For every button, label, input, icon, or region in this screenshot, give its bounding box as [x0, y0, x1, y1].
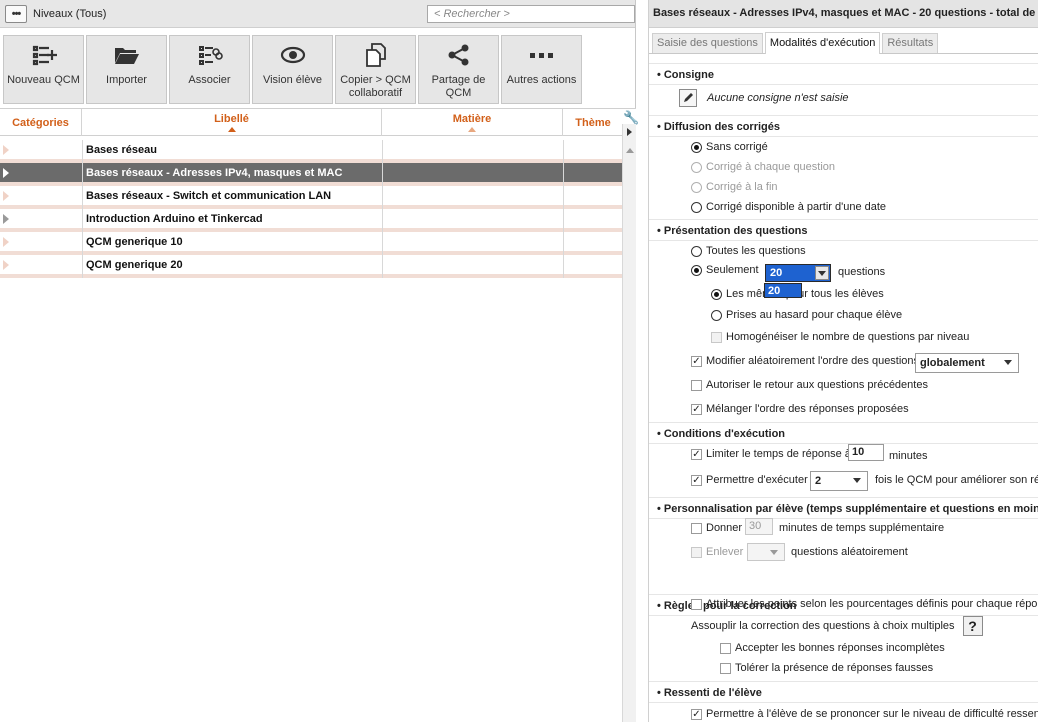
attempts-select[interactable]: 2 [810, 471, 868, 491]
column-theme[interactable]: Thème [563, 109, 623, 136]
panel-title: Bases réseaux - Adresses IPv4, masques e… [649, 0, 1038, 28]
new-qcm-button[interactable]: Nouveau QCM [3, 35, 84, 104]
folder-icon [114, 42, 140, 68]
level-filter-button[interactable]: ••• [5, 4, 27, 23]
consigne-row: Aucune consigne n'est saisie [679, 89, 849, 107]
tab-bar: Saisie des questions Modalités d'exécuti… [649, 28, 1038, 54]
associate-button[interactable]: Associer [169, 35, 250, 104]
chevron-down-icon [853, 478, 861, 483]
remove-questions-select[interactable] [747, 543, 785, 561]
copy-doc-icon [363, 42, 389, 68]
minutes-word: minutes [889, 450, 928, 462]
expand-row-icon[interactable] [3, 260, 9, 270]
radio-corrige-fin[interactable]: Corrigé à la fin [691, 181, 778, 193]
table-row[interactable]: Introduction Arduino et Tinkercad [0, 209, 622, 232]
section-conditions: Conditions d'exécution [649, 422, 1038, 444]
checkbox-ressenti[interactable]: ✓ Permettre à l'élève de se prononcer sur… [691, 708, 1038, 720]
table-row[interactable]: QCM generique 20 [0, 255, 622, 278]
associate-icon [197, 42, 223, 68]
checkbox-modifier-ordre[interactable]: ✓ Modifier aléatoirement l'ordre des ques… [691, 355, 919, 367]
section-consigne: Consigne [649, 63, 1038, 85]
checkbox-limiter-temps[interactable]: ✓ Limiter le temps de réponse à [691, 448, 851, 460]
checkbox-donner-temps[interactable]: Donner [691, 522, 742, 534]
tab-modalites[interactable]: Modalités d'exécution [764, 32, 881, 54]
checkbox-attribuer-points[interactable]: Attribuer les points selon les pourcenta… [691, 598, 1038, 610]
sort-ascending-icon [227, 127, 236, 132]
qcm-list-pane: ••• Niveaux (Tous) < Rechercher > Nouvea… [0, 0, 639, 722]
expand-row-icon[interactable] [3, 168, 9, 178]
attempts-text: fois le QCM pour améliorer son résu [875, 474, 1038, 486]
column-libelle[interactable]: Libellé [82, 109, 382, 136]
radio-hasard-questions[interactable]: Prises au hasard pour chaque élève [711, 309, 902, 321]
question-count-select[interactable]: 20 [765, 264, 831, 282]
section-diffusion: Diffusion des corrigés [649, 115, 1038, 137]
order-mode-select[interactable]: globalement [915, 353, 1019, 373]
share-qcm-button[interactable]: Partage de QCM [418, 35, 499, 104]
table-row[interactable]: QCM generique 10 [0, 232, 622, 255]
questions-word: questions [838, 266, 886, 278]
search-input[interactable]: < Rechercher > [427, 5, 635, 23]
section-personnalisation: Personnalisation par élève (temps supplé… [649, 497, 1038, 519]
checkbox-permettre-executer[interactable]: ✓ Permettre d'exécuter [691, 474, 808, 486]
section-ressenti: Ressenti de l'élève [649, 681, 1038, 703]
chevron-down-icon [1004, 360, 1012, 365]
checkbox-melanger-reponses[interactable]: ✓ Mélanger l'ordre des réponses proposées [691, 403, 909, 415]
edit-pencil-icon[interactable] [679, 89, 697, 107]
help-icon[interactable]: ? [962, 616, 983, 636]
checkbox-autoriser-retour[interactable]: Autoriser le retour aux questions précéd… [691, 379, 928, 391]
table-row-selected[interactable]: Bases réseaux - Adresses IPv4, masques e… [0, 163, 622, 186]
share-icon [446, 42, 472, 68]
table-row[interactable]: Bases réseau [0, 140, 622, 163]
checkbox-homogeneiser[interactable]: Homogénéiser le nombre de questions par … [711, 331, 969, 343]
scroll-up-icon[interactable] [626, 148, 634, 153]
question-count-dropdown-option[interactable]: 20 [764, 283, 802, 298]
chevron-down-icon [770, 550, 778, 555]
radio-corrige-chaque-question[interactable]: Corrigé à chaque question [691, 161, 835, 173]
vertical-scrollbar[interactable] [622, 124, 636, 722]
import-button[interactable]: Importer [86, 35, 167, 104]
expand-row-icon[interactable] [3, 191, 9, 201]
radio-sans-corrige[interactable]: Sans corrigé [691, 141, 768, 153]
assouplir-row: Assouplir la correction des questions à … [691, 616, 983, 636]
column-matiere[interactable]: Matière [382, 109, 563, 136]
table-row[interactable]: Bases réseaux - Switch et communication … [0, 186, 622, 209]
qcm-list: Bases réseau Bases réseaux - Adresses IP… [0, 140, 622, 278]
sort-indicator-icon [468, 127, 476, 132]
tab-saisie[interactable]: Saisie des questions [652, 33, 763, 53]
time-limit-input[interactable]: 10 [848, 444, 884, 461]
checkbox-tolerer-fausses[interactable]: Tolérer la présence de réponses fausses [720, 662, 933, 674]
grid-header: Catégories Libellé Matière Thème [0, 108, 636, 136]
more-dots-icon [529, 42, 555, 68]
chevron-down-icon [818, 271, 826, 276]
expand-row-icon[interactable] [3, 214, 9, 224]
expand-row-icon[interactable] [3, 145, 9, 155]
copy-collaborative-button[interactable]: Copier > QCM collaboratif [335, 35, 416, 104]
tab-resultats[interactable]: Résultats [882, 33, 939, 53]
expand-right-icon[interactable] [627, 128, 632, 136]
action-toolbar: Nouveau QCM Importer Associer Vision élè… [0, 28, 635, 108]
more-actions-button[interactable]: Autres actions [501, 35, 582, 104]
extra-time-text: minutes de temps supplémentaire [779, 522, 945, 534]
extra-time-input[interactable]: 30 [745, 518, 773, 535]
eye-icon [280, 42, 306, 68]
level-filter-label: Niveaux (Tous) [33, 7, 107, 20]
consigne-text: Aucune consigne n'est saisie [707, 92, 849, 104]
qcm-settings-pane: Bases réseaux - Adresses IPv4, masques e… [648, 0, 1038, 722]
new-qcm-icon [31, 42, 57, 68]
checkbox-enlever-questions[interactable]: Enlever [691, 546, 743, 558]
remove-questions-text: questions aléatoirement [791, 546, 908, 558]
expand-row-icon[interactable] [3, 237, 9, 247]
student-view-button[interactable]: Vision élève [252, 35, 333, 104]
radio-toutes-questions[interactable]: Toutes les questions [691, 245, 806, 257]
radio-seulement[interactable]: Seulement [691, 264, 759, 276]
radio-corrige-date[interactable]: Corrigé disponible à partir d'une date [691, 201, 886, 213]
checkbox-accepter-incompletes[interactable]: Accepter les bonnes réponses incomplètes [720, 642, 945, 654]
column-categories[interactable]: Catégories [0, 109, 82, 136]
section-presentation: Présentation des questions [649, 219, 1038, 241]
